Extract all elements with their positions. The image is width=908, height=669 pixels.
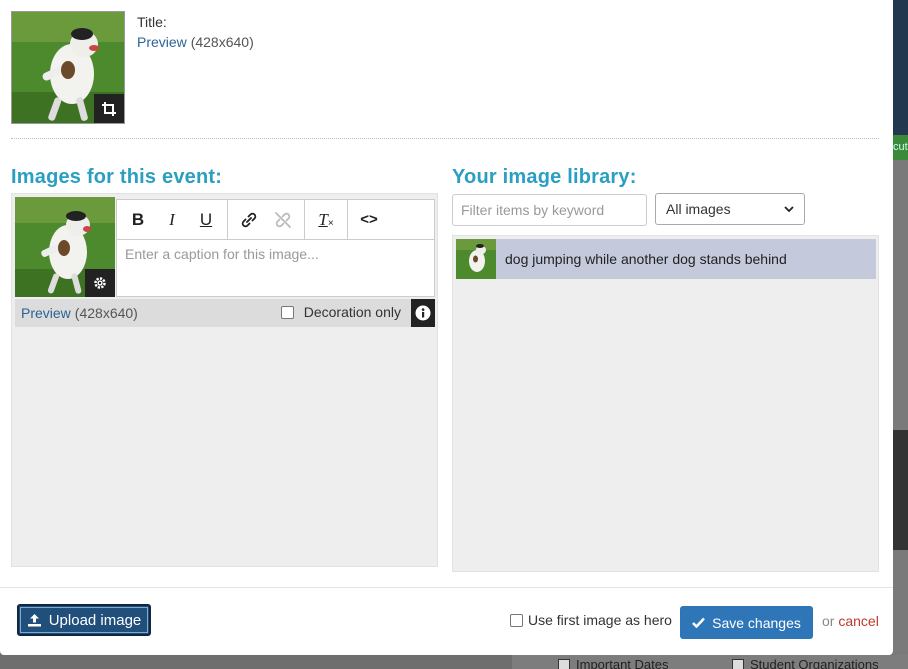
upload-icon xyxy=(27,614,41,627)
unlink-button[interactable] xyxy=(266,205,300,235)
link-button[interactable] xyxy=(232,205,266,235)
background-header xyxy=(893,0,908,135)
event-images-heading: Images for this event: xyxy=(11,166,223,188)
footer-divider xyxy=(0,587,893,588)
upload-image-button[interactable]: Upload image xyxy=(17,604,151,636)
save-changes-label: Save changes xyxy=(712,614,801,631)
crop-icon xyxy=(102,101,116,116)
use-first-as-hero-label: Use first image as hero xyxy=(528,612,672,628)
checkmark-icon xyxy=(692,617,706,628)
or-text: or xyxy=(822,613,835,629)
format-group: B I U xyxy=(117,200,228,239)
decoration-only-checkbox[interactable] xyxy=(280,305,294,319)
bold-button[interactable]: B xyxy=(121,205,155,235)
italic-button[interactable]: I xyxy=(155,205,189,235)
cancel-area: or cancel xyxy=(822,613,879,629)
hero-preview-link[interactable]: Preview xyxy=(137,34,187,50)
use-first-as-hero-option[interactable]: Use first image as hero xyxy=(510,612,672,628)
decoration-only-label: Decoration only xyxy=(303,304,401,320)
event-image-dimensions: (428x640) xyxy=(74,305,138,321)
clear-format-icon: T xyxy=(318,209,328,229)
underline-button[interactable]: U xyxy=(189,205,223,235)
library-filter-select[interactable]: All images xyxy=(655,193,805,225)
caption-input[interactable]: Enter a caption for this image... xyxy=(117,240,434,268)
clear-format-x-icon: × xyxy=(327,218,334,229)
source-group: <> xyxy=(348,200,390,239)
gear-icon xyxy=(94,277,106,289)
background-green-text: cut xyxy=(893,141,908,153)
library-item[interactable]: dog jumping while another dog stands beh… xyxy=(456,239,876,279)
event-images-panel: B I U T × <> Enter a caption for this im… xyxy=(11,193,438,567)
library-filter-input[interactable]: Filter items by keyword xyxy=(452,194,647,226)
event-image-thumbnail[interactable] xyxy=(15,197,115,297)
link-group xyxy=(228,200,305,239)
select-value: All images xyxy=(666,201,731,217)
title-label: Title: xyxy=(137,14,167,30)
cancel-link[interactable]: cancel xyxy=(838,613,878,629)
image-settings-button[interactable] xyxy=(85,269,115,297)
background-checkbox-important-dates: Important Dates xyxy=(558,657,669,669)
save-changes-button[interactable]: Save changes xyxy=(680,606,813,639)
hero-thumbnail[interactable] xyxy=(11,11,125,124)
image-manager-modal: Title: Preview (428x640) Images for this… xyxy=(0,0,893,655)
info-button[interactable] xyxy=(411,299,435,327)
hero-info: Title: Preview (428x640) xyxy=(137,12,254,52)
event-preview-link[interactable]: Preview xyxy=(21,305,71,321)
info-icon xyxy=(415,305,431,321)
crop-button[interactable] xyxy=(94,94,124,123)
source-code-button[interactable]: <> xyxy=(352,205,386,235)
clear-group: T × xyxy=(305,200,348,239)
background-panel xyxy=(893,430,908,550)
use-first-as-hero-checkbox[interactable] xyxy=(510,613,523,627)
section-divider xyxy=(11,138,879,139)
caption-editor: B I U T × <> Enter a caption for this im… xyxy=(116,199,435,297)
event-image-footer: Preview (428x640) Decoration only xyxy=(15,299,435,327)
clear-formatting-button[interactable]: T × xyxy=(309,205,343,235)
editor-toolbar: B I U T × <> xyxy=(117,200,434,240)
checkbox-icon xyxy=(732,658,744,669)
checkbox-icon xyxy=(558,658,570,669)
background-checkbox-student-orgs: Student Organizations xyxy=(732,657,879,669)
library-item-label: dog jumping while another dog stands beh… xyxy=(505,251,787,267)
library-panel: dog jumping while another dog stands beh… xyxy=(452,235,879,572)
library-heading: Your image library: xyxy=(452,166,637,188)
unlink-icon xyxy=(275,211,291,228)
background-label: Student Organizations xyxy=(750,657,879,669)
background-label: Important Dates xyxy=(576,657,669,669)
upload-image-label: Upload image xyxy=(48,611,142,629)
decoration-only-option[interactable]: Decoration only xyxy=(280,304,401,320)
hero-dimensions: (428x640) xyxy=(190,34,254,50)
event-image-card[interactable]: B I U T × <> Enter a caption for this im… xyxy=(15,197,435,327)
dog-photo xyxy=(456,239,496,279)
background-green-button: cut xyxy=(893,135,908,160)
link-icon xyxy=(241,212,257,227)
library-item-thumbnail xyxy=(456,239,496,279)
chevron-down-icon xyxy=(784,205,794,212)
